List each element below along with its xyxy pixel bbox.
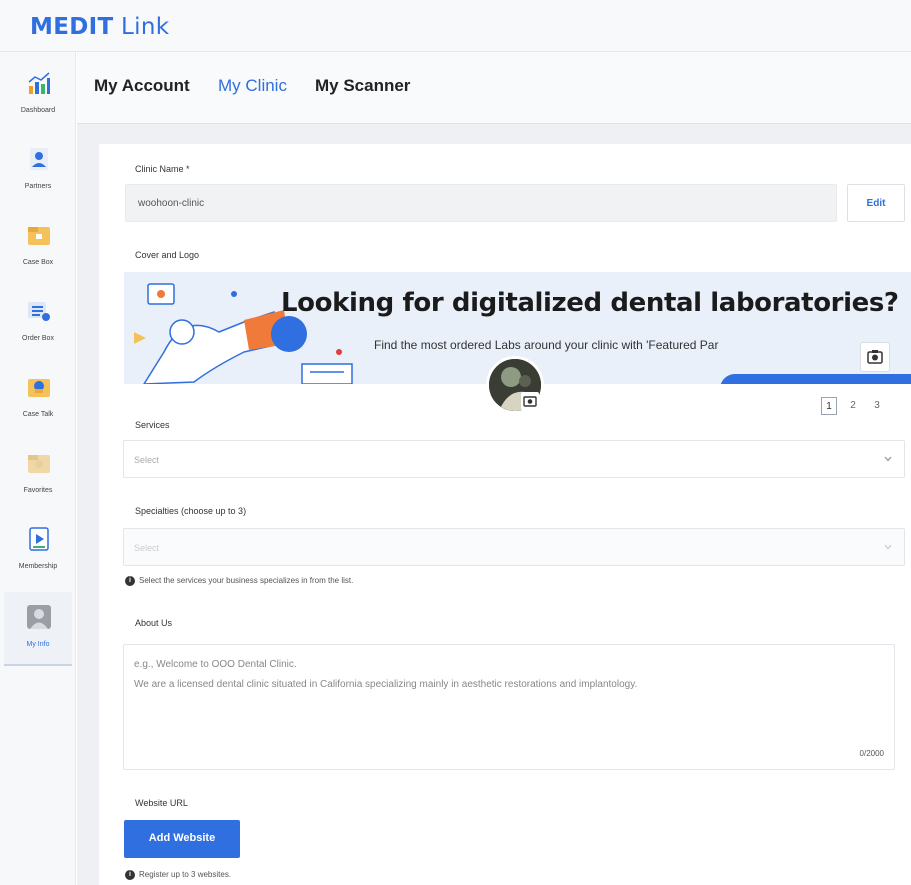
main-content: My Account My Clinic My Scanner Clinic N… (77, 52, 911, 885)
about-placeholder-line2: We are a licensed dental clinic situated… (134, 679, 638, 690)
clinic-name-label: Clinic Name * (135, 164, 190, 174)
case-box-icon (28, 227, 50, 245)
about-char-counter: 0/2000 (859, 749, 884, 758)
sidebar-item-label: Case Box (22, 259, 54, 266)
tab-my-scanner[interactable]: My Scanner (315, 76, 410, 96)
sidebar-item-label: Membership (18, 563, 58, 570)
logo-brand: MEDIT (30, 14, 114, 40)
top-bar: MEDIT Link (0, 0, 911, 52)
sidebar-item-label: My Info (26, 641, 50, 648)
sidebar-item-membership[interactable]: Membership (4, 514, 72, 588)
sidebar-item-label: Dashboard (20, 107, 56, 114)
add-website-button[interactable]: Add Website (124, 820, 240, 858)
favorites-icon (28, 455, 50, 473)
camera-icon (523, 396, 537, 407)
sidebar-item-dashboard[interactable]: Dashboard (4, 58, 72, 132)
services-select[interactable]: Select (123, 440, 905, 478)
order-box-icon (28, 302, 50, 321)
cover-logo-label: Cover and Logo (135, 250, 200, 260)
website-hint: i Register up to 3 websites. (125, 870, 232, 880)
sidebar-item-favorites[interactable]: Favorites (4, 438, 72, 512)
cover-cta-button[interactable] (720, 374, 911, 384)
sidebar: Dashboard Partners Case Box Order Box Ca… (0, 52, 76, 885)
chevron-down-icon (884, 544, 892, 550)
specialties-hint: i Select the services your business spec… (125, 576, 354, 586)
change-cover-button[interactable] (860, 342, 890, 372)
cover-page-3[interactable]: 3 (869, 397, 885, 415)
about-placeholder-line1: e.g., Welcome to OOO Dental Clinic. (134, 659, 297, 670)
sidebar-item-label: Favorites (23, 487, 53, 494)
services-label: Services (135, 420, 170, 430)
edit-clinic-name-button[interactable]: Edit (847, 184, 905, 222)
sidebar-item-case-box[interactable]: Case Box (4, 210, 72, 284)
sidebar-item-label: Order Box (22, 335, 54, 342)
cover-headline: Looking for digitalized dental laborator… (281, 288, 899, 318)
change-logo-button[interactable] (521, 392, 539, 410)
clinic-name-field[interactable]: woohoon-clinic (125, 184, 837, 222)
membership-icon (29, 527, 49, 551)
specialties-label: Specialties (choose up to 3) (135, 506, 247, 516)
sidebar-item-partners[interactable]: Partners (4, 134, 72, 208)
website-url-label: Website URL (135, 798, 188, 808)
medit-link-logo[interactable]: MEDIT Link (30, 14, 169, 40)
cover-page-2[interactable]: 2 (845, 397, 861, 415)
chart-icon (28, 72, 50, 94)
logo-product: Link (113, 14, 170, 40)
sidebar-item-order-box[interactable]: Order Box (4, 286, 72, 360)
sidebar-item-label: Partners (24, 183, 52, 190)
tab-my-clinic[interactable]: My Clinic (218, 76, 287, 96)
specialties-placeholder: Select (134, 543, 160, 553)
website-hint-text: Register up to 3 websites. (139, 870, 232, 879)
about-us-label: About Us (135, 618, 173, 628)
info-icon: i (125, 576, 135, 586)
chevron-down-icon (884, 456, 892, 462)
about-us-textarea[interactable]: e.g., Welcome to OOO Dental Clinic. We a… (123, 644, 895, 770)
services-placeholder: Select (134, 455, 160, 465)
cover-page-1[interactable]: 1 (821, 397, 837, 415)
cover-subtext: Find the most ordered Labs around your c… (374, 338, 719, 352)
case-talk-icon (28, 379, 50, 397)
sidebar-item-my-info[interactable]: My Info (4, 592, 72, 666)
specialties-select[interactable]: Select (123, 528, 905, 566)
tab-my-account[interactable]: My Account (94, 76, 190, 96)
sidebar-item-case-talk[interactable]: Case Talk (4, 362, 72, 436)
info-icon: i (125, 870, 135, 880)
clinic-form-panel: Clinic Name * woohoon-clinic Edit Cover … (99, 144, 911, 885)
user-avatar-icon (27, 605, 51, 629)
sidebar-item-label: Case Talk (22, 411, 54, 418)
specialties-hint-text: Select the services your business specia… (139, 576, 354, 585)
tab-bar: My Account My Clinic My Scanner (77, 52, 911, 124)
camera-icon (867, 350, 883, 364)
person-icon (30, 148, 48, 170)
